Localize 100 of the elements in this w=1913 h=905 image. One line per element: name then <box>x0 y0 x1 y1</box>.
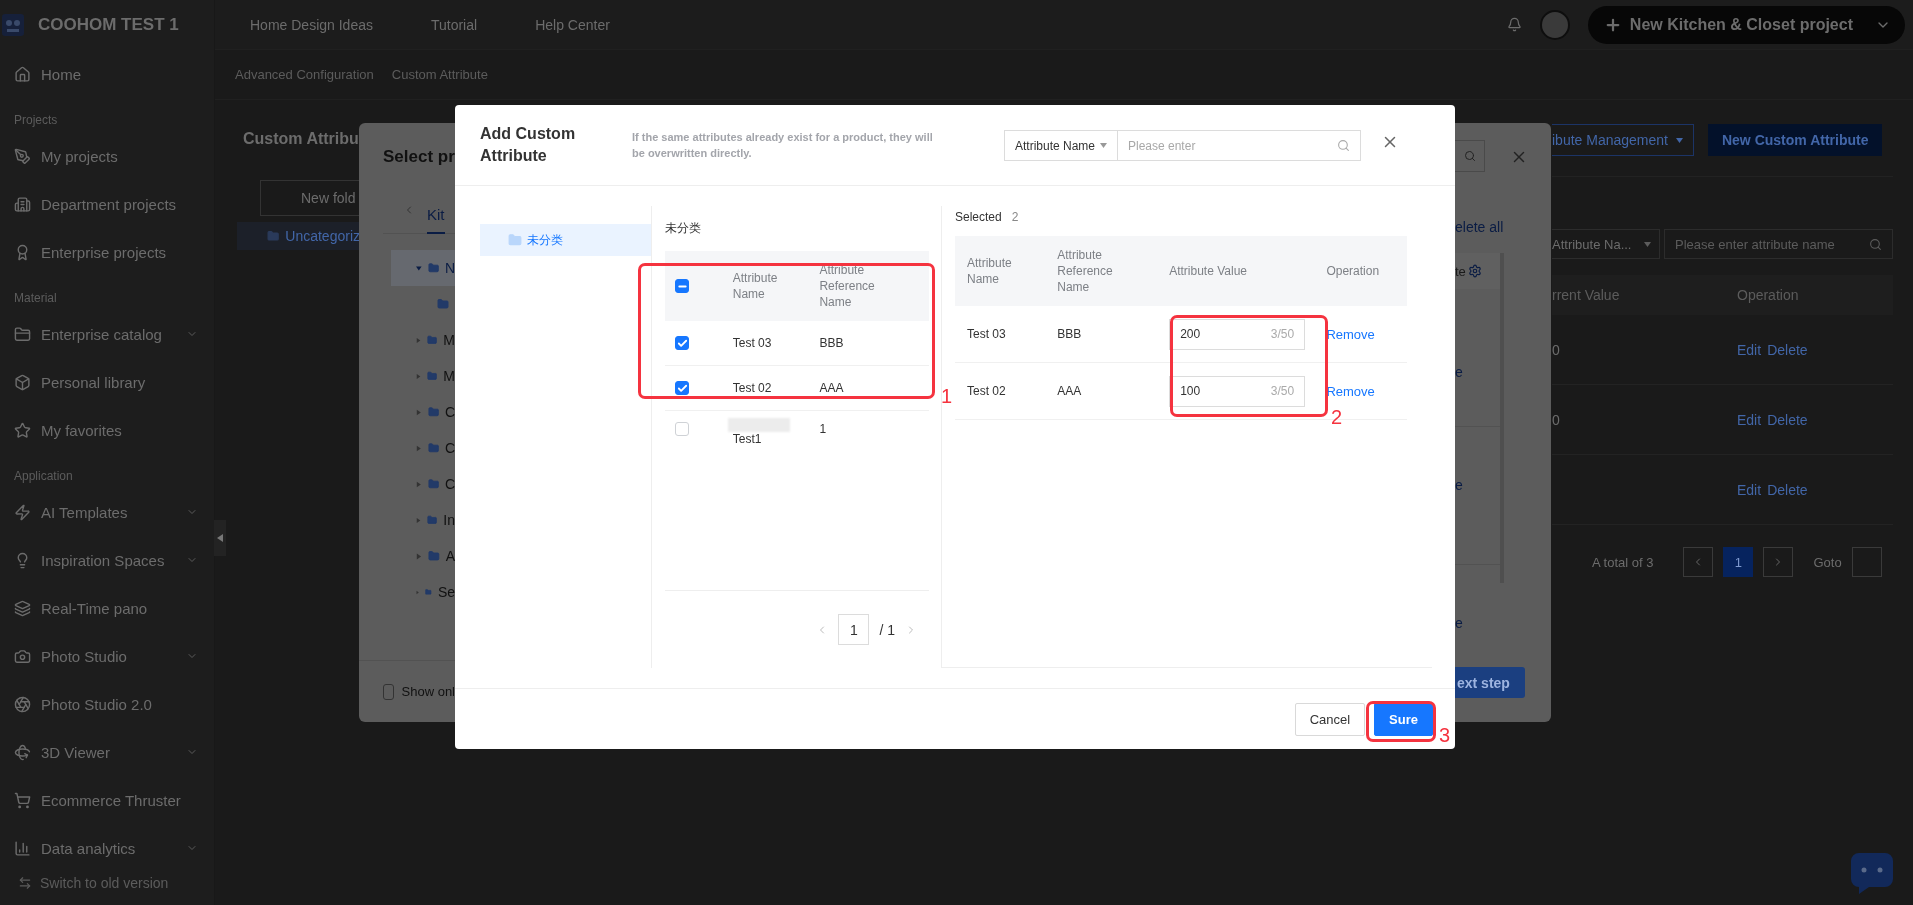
delete-all-link[interactable]: elete all <box>1455 219 1504 235</box>
checkbox[interactable] <box>675 279 689 293</box>
avatar[interactable] <box>1539 9 1570 40</box>
folder-item[interactable]: Uncategoriz <box>237 222 360 250</box>
sidebar-item[interactable]: Enterprise projects <box>0 228 214 276</box>
checkbox[interactable] <box>675 381 689 395</box>
table-cell: Test 02 <box>967 384 1006 398</box>
action-link[interactable]: Delete <box>1767 481 1808 498</box>
check-icon <box>676 337 688 349</box>
search-icon <box>1463 150 1476 162</box>
building-icon <box>14 195 31 213</box>
table-cell: 0 <box>1552 341 1560 358</box>
table-cell: Test1 <box>732 432 762 446</box>
new-project-button[interactable]: New Kitchen & Closet project <box>1587 5 1905 44</box>
goto-field[interactable] <box>1851 547 1882 577</box>
collapse-handle[interactable] <box>214 520 226 556</box>
caret-icon <box>416 480 422 488</box>
sidebar-item[interactable]: 3D Viewer <box>0 728 214 776</box>
value-field[interactable]: 200 3/50 <box>1169 318 1306 350</box>
next-page-button[interactable] <box>1763 547 1794 577</box>
search-icon <box>1869 237 1882 251</box>
action-link[interactable]: Delete <box>1767 341 1808 358</box>
breadcrumb-link[interactable]: Custom Attribute <box>391 67 488 82</box>
cancel-button[interactable]: Cancel <box>1294 702 1366 736</box>
notice-text: If the same attributes already exist for a product, they will be overwritten directly. <box>632 130 934 161</box>
checkbox[interactable] <box>383 683 394 700</box>
action-link[interactable]: Edit <box>1737 411 1762 428</box>
management-button[interactable]: ibute Management <box>1552 124 1694 156</box>
camera-icon <box>14 647 31 665</box>
breadcrumb-link[interactable]: Advanced Configuration <box>235 67 374 82</box>
category-item[interactable]: 未分类 <box>480 224 651 256</box>
sidebar-item[interactable]: Department projects <box>0 180 214 228</box>
nav-link[interactable]: Tutorial <box>430 16 478 33</box>
sidebar-item[interactable]: Home <box>0 50 214 98</box>
folder-icon <box>508 233 522 247</box>
table-cell: AAA <box>1057 384 1082 398</box>
sidebar-item[interactable]: Ecommerce Thruster <box>0 776 214 824</box>
confirm-button[interactable]: Sure <box>1374 702 1433 736</box>
pen-icon <box>14 147 31 165</box>
tree-item[interactable]: A <box>391 538 455 574</box>
tree-item[interactable]: N <box>391 250 455 286</box>
action-link[interactable]: e <box>1455 477 1463 493</box>
page-field[interactable]: 1 <box>838 614 870 645</box>
nav-link[interactable]: Home Design Ideas <box>250 16 373 33</box>
folder-icon <box>427 405 439 419</box>
sidebar-item[interactable]: Photo Studio <box>0 632 214 680</box>
gear-icon[interactable] <box>1467 264 1482 278</box>
column-header: Attribute Value <box>1169 263 1248 279</box>
goto-label: Goto <box>1813 554 1842 570</box>
layers-icon <box>14 599 31 617</box>
nav-link[interactable]: Help Center <box>535 16 610 33</box>
column-header: te <box>1455 263 1466 279</box>
next-step-button[interactable]: ext step <box>1455 667 1525 698</box>
sidebar-item[interactable]: Real-Time pano <box>0 584 214 632</box>
home-icon <box>14 65 31 83</box>
search-field[interactable]: Please enter attribute name <box>1664 229 1893 259</box>
action-link[interactable]: Edit <box>1737 341 1762 358</box>
remove-link[interactable]: Remove <box>1326 326 1375 342</box>
filter-select[interactable]: Attribute Na... <box>1552 229 1660 259</box>
sidebar-item[interactable]: My projects <box>0 132 214 180</box>
remove-link[interactable]: Remove <box>1326 383 1375 399</box>
sidebar-item[interactable]: Inspiration Spaces <box>0 536 214 584</box>
lightning-icon <box>14 503 31 521</box>
action-link[interactable]: Delete <box>1767 411 1808 428</box>
tab[interactable]: Kit <box>427 204 445 234</box>
sidebar-item[interactable]: AI Templates <box>0 488 214 536</box>
column-header: Attribute Reference Name <box>819 262 876 310</box>
table-cell: Test 03 <box>967 327 1006 341</box>
tree-item[interactable]: M <box>391 358 455 394</box>
table-cell: 1 <box>819 422 827 436</box>
sidebar-item[interactable]: Personal library <box>0 358 214 406</box>
sidebar-item[interactable]: Enterprise catalog <box>0 310 214 358</box>
action-link[interactable]: e <box>1455 615 1463 631</box>
sidebar-item[interactable]: Photo Studio 2.0 <box>0 680 214 728</box>
section-label: Projects <box>13 112 59 129</box>
switch-version-link[interactable]: Switch to old version <box>0 872 214 894</box>
bell-icon[interactable] <box>1506 17 1522 32</box>
tree-item[interactable]: C <box>391 466 455 502</box>
page-button[interactable]: 1 <box>1723 547 1754 577</box>
tree-item[interactable]: C <box>391 430 455 466</box>
new-attribute-button[interactable]: New Custom Attribute <box>1707 124 1883 156</box>
action-link[interactable]: e <box>1455 364 1463 380</box>
tree-item[interactable]: In <box>391 502 455 538</box>
prev-page-button[interactable] <box>1683 547 1714 577</box>
sidebar-item[interactable]: My favorites <box>0 406 214 454</box>
action-link[interactable]: Edit <box>1737 481 1762 498</box>
tree-item[interactable]: C <box>391 394 455 430</box>
sidebar-item[interactable]: Data analytics <box>0 824 214 872</box>
total-count: A total of 3 <box>1592 554 1654 570</box>
value-field[interactable]: 100 3/50 <box>1169 375 1306 407</box>
checkbox[interactable] <box>675 336 689 350</box>
table-cell: Test 02 <box>732 381 772 395</box>
folder-icon <box>427 441 439 455</box>
folder-icon[interactable] <box>437 298 449 310</box>
folder-icon <box>427 369 438 383</box>
tree-item[interactable]: M <box>391 322 455 358</box>
star-icon <box>14 421 31 439</box>
tree-item[interactable]: Se <box>391 574 455 610</box>
caret-icon <box>1644 241 1651 247</box>
column-header: Attribute Reference Name <box>1057 247 1114 295</box>
